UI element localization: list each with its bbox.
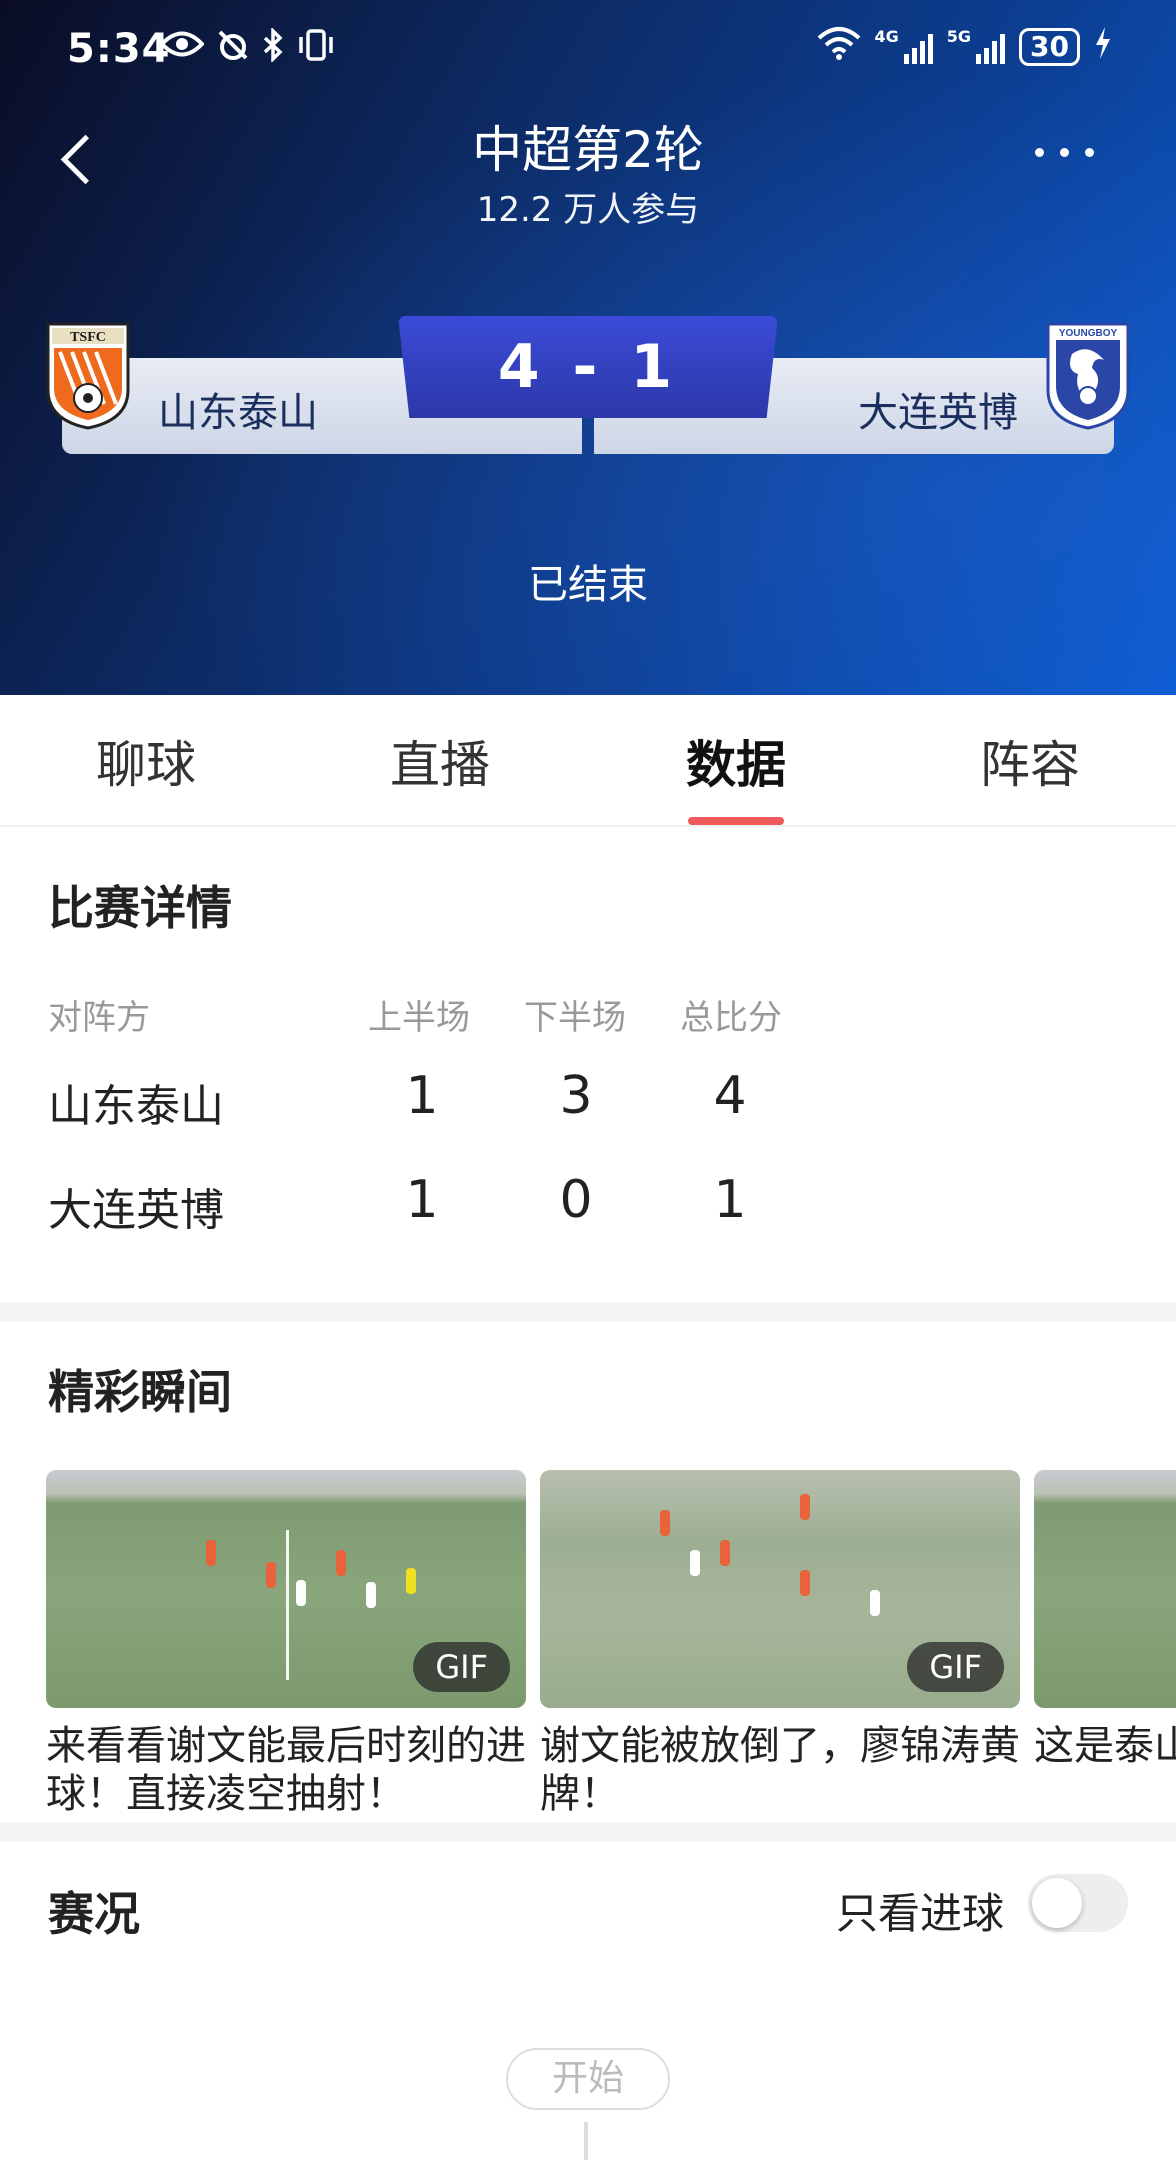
- dot-icon: [1085, 148, 1094, 157]
- eye-icon: [159, 28, 205, 71]
- live-events-title: 赛况: [48, 1887, 140, 1941]
- match-details-title: 比赛详情: [48, 881, 232, 935]
- highlight-caption[interactable]: 来看看谢文能最后时刻的进球！直接凌空抽射！: [46, 1722, 526, 1818]
- signal-5g-icon: 5G: [947, 28, 1006, 64]
- nav-bar: 中超第2轮 12.2 万人参与: [0, 110, 1176, 230]
- page-title: 中超第2轮: [472, 121, 704, 179]
- highlight-card[interactable]: GIF 谢文能被放倒了，廖锦涛黄牌！: [540, 1470, 1020, 1818]
- scoreboard: TSFC 山东泰山 4 - 1 大连英博 YOUNGBOY: [46, 316, 1130, 454]
- player-figure: [336, 1550, 346, 1576]
- row-first-half: 1: [405, 1066, 439, 1126]
- row-second-half: 0: [559, 1170, 593, 1230]
- header-first-half: 上半场: [368, 998, 470, 1038]
- gif-badge: GIF: [413, 1642, 510, 1692]
- more-options-button[interactable]: [1035, 148, 1094, 157]
- tab-data[interactable]: 数据: [636, 725, 836, 797]
- video-thumbnail[interactable]: [1034, 1470, 1176, 1708]
- bluetooth-icon: [262, 26, 284, 71]
- vibrate-icon: [296, 28, 336, 71]
- player-figure: [690, 1550, 700, 1576]
- away-team-crest[interactable]: YOUNGBOY: [1044, 320, 1132, 430]
- player-figure: [266, 1562, 276, 1588]
- goals-only-label: 只看进球: [835, 1889, 1004, 1938]
- header-second-half: 下半场: [524, 998, 626, 1038]
- highlights-title: 精彩瞬间: [48, 1365, 232, 1419]
- video-thumbnail[interactable]: GIF: [46, 1470, 526, 1708]
- battery-level: 30: [1019, 27, 1080, 66]
- section-divider: [0, 1302, 1176, 1322]
- player-figure: [406, 1568, 416, 1594]
- player-figure: [720, 1540, 730, 1566]
- row-total: 1: [713, 1170, 747, 1230]
- player-figure: [296, 1580, 306, 1606]
- participant-count: 12.2 万人参与: [476, 190, 700, 230]
- row-first-half: 1: [405, 1170, 439, 1230]
- match-score: 4 - 1: [398, 316, 778, 418]
- tab-lineup[interactable]: 阵容: [930, 725, 1130, 797]
- player-figure: [800, 1494, 810, 1520]
- away-team-name[interactable]: 大连英博: [858, 380, 1018, 438]
- dot-icon: [1035, 148, 1044, 157]
- status-icons-right: 4G 5G 30: [817, 26, 1113, 67]
- wifi-icon: [817, 26, 861, 67]
- tab-live[interactable]: 直播: [340, 725, 540, 797]
- toggle-knob: [1032, 1878, 1082, 1928]
- tab-chat[interactable]: 聊球: [46, 725, 246, 797]
- dot-icon: [1060, 148, 1069, 157]
- header-total: 总比分: [680, 998, 782, 1038]
- app-root: 5:34 4G 5G 30 中超第2轮 12.2 万人参与 TSFC 山东泰山 …: [0, 0, 1176, 2160]
- section-divider: [0, 1822, 1176, 1842]
- player-figure: [870, 1590, 880, 1616]
- status-bar: 5:34 4G 5G 30: [0, 0, 1176, 100]
- match-header: 5:34 4G 5G 30 中超第2轮 12.2 万人参与 TSFC 山东泰山 …: [0, 0, 1176, 695]
- player-figure: [800, 1570, 810, 1596]
- signal-4g-icon: 4G: [875, 28, 933, 64]
- home-crest-text: TSFC: [70, 330, 106, 345]
- status-icons-left: [159, 26, 336, 71]
- highlight-caption[interactable]: 这是泰山到了左侧: [1034, 1722, 1176, 1770]
- player-figure: [660, 1510, 670, 1536]
- highlight-caption[interactable]: 谢文能被放倒了，廖锦涛黄牌！: [540, 1722, 1020, 1818]
- home-team-name[interactable]: 山东泰山: [158, 380, 318, 438]
- video-thumbnail[interactable]: GIF: [540, 1470, 1020, 1708]
- timeline-line: [584, 2122, 588, 2160]
- row-second-half: 3: [559, 1066, 593, 1126]
- highlight-card[interactable]: 这是泰山到了左侧: [1034, 1470, 1176, 1770]
- gif-badge: GIF: [907, 1642, 1004, 1692]
- match-status: 已结束: [528, 562, 648, 608]
- charging-icon: [1094, 26, 1112, 67]
- active-tab-indicator: [688, 817, 784, 825]
- row-team-name: 山东泰山: [48, 1081, 224, 1132]
- tab-bar: 聊球 直播 数据 阵容: [0, 695, 1176, 827]
- alarm-off-icon: [216, 28, 250, 71]
- player-figure: [366, 1582, 376, 1608]
- status-time: 5:34: [67, 26, 171, 72]
- highlight-card[interactable]: GIF 来看看谢文能最后时刻的进球！直接凌空抽射！: [46, 1470, 526, 1818]
- goal-post: [286, 1530, 289, 1680]
- row-total: 4: [713, 1066, 747, 1126]
- goals-only-toggle[interactable]: [1028, 1874, 1128, 1932]
- away-crest-text: YOUNGBOY: [1059, 328, 1118, 339]
- player-figure: [206, 1540, 216, 1566]
- row-team-name: 大连英博: [48, 1185, 224, 1236]
- home-team-crest[interactable]: TSFC: [44, 320, 132, 430]
- timeline-start-badge: 开始: [506, 2048, 670, 2110]
- header-matchup: 对阵方: [48, 998, 150, 1038]
